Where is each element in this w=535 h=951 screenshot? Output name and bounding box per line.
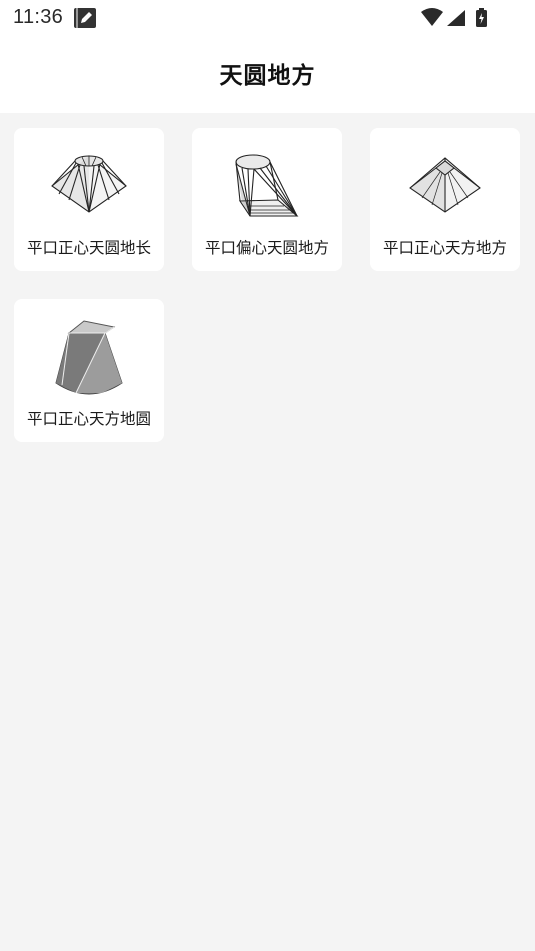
grid-item-square-top-round-base[interactable]: 平口正心天方地圆: [14, 299, 164, 442]
grid-item-label: 平口正心天方地方: [382, 239, 507, 257]
round-top-rectangular-base-icon: [51, 155, 127, 213]
battery-charging-icon: [476, 8, 487, 27]
grid-item-label: 平口正心天方地圆: [26, 410, 151, 428]
page-title: 天圆地方: [219, 63, 316, 89]
grid-item-square-top-square-base[interactable]: 平口正心天方地方: [370, 128, 520, 271]
status-bar: 11:36: [0, 0, 535, 36]
cellular-signal-icon: [447, 10, 465, 26]
square-top-square-base-icon: [409, 157, 481, 213]
grid-item-label: 平口偏心天圆地方: [204, 239, 329, 257]
round-top-offset-square-base-icon: [235, 154, 299, 217]
grid-item-round-top-offset-square-base[interactable]: 平口偏心天圆地方: [192, 128, 342, 271]
square-top-round-base-icon: [55, 320, 123, 395]
grid-item-label: 平口正心天圆地长: [26, 239, 151, 257]
header: 天圆地方: [0, 36, 535, 113]
grid-item-round-top-rect-base[interactable]: 平口正心天圆地长: [14, 128, 164, 271]
status-time: 11:36: [13, 6, 64, 28]
wifi-icon: [421, 8, 443, 26]
edit-note-icon: [74, 8, 96, 28]
status-icons: [421, 8, 487, 27]
